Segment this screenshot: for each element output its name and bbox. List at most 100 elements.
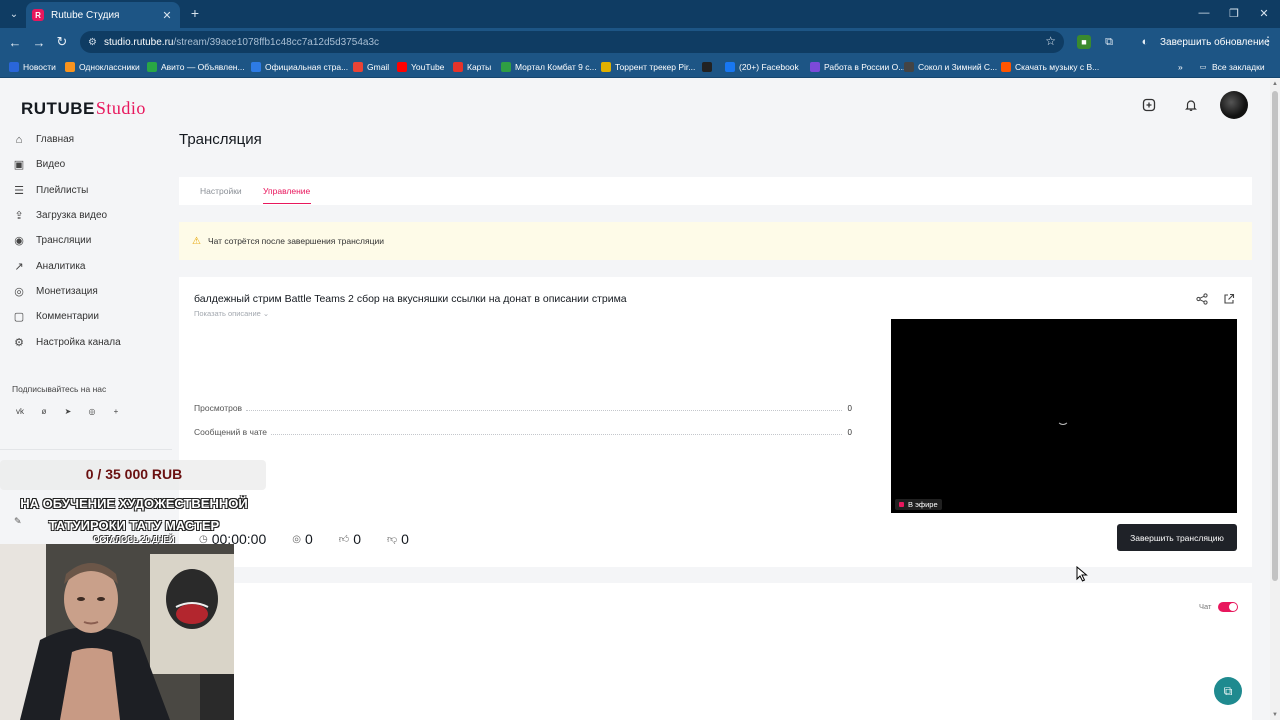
bookmark-favicon-icon <box>501 62 511 72</box>
add-content-icon[interactable] <box>1138 94 1160 116</box>
sidebar-item-monetization[interactable]: ◎ Монетизация <box>12 279 172 304</box>
update-label: Завершить обновление <box>1160 36 1270 48</box>
mouse-cursor-icon <box>1076 566 1088 582</box>
share-icon[interactable] <box>1196 293 1208 308</box>
thumbs-up-icon: 👍︎ <box>338 534 350 545</box>
extensions-puzzle-icon[interactable]: ⧉ <box>1102 35 1116 49</box>
browser-toolbar: ← → ↻ ⚙ studio.rutube.ru/stream/39ace107… <box>0 28 1280 56</box>
monetization-icon: ◎ <box>14 285 24 298</box>
tab-search-icon[interactable]: ⌄ <box>4 4 24 24</box>
tab-close-icon[interactable]: ✕ <box>160 9 174 22</box>
chat-warning-banner: ⚠ Чат сотрётся после завершения трансляц… <box>179 222 1252 260</box>
end-stream-button[interactable]: Завершить трансляцию <box>1117 524 1237 551</box>
extension-icon[interactable]: ■ <box>1077 35 1091 49</box>
sidebar-nav: ⌂ Главная ▣ Видео ☰ Плейлисты ⇪ Загрузка видео ◉… <box>12 127 172 355</box>
sidebar-item-video[interactable]: ▣ Видео <box>12 152 172 177</box>
donation-amount: 0 / 35 000 RUB <box>85 466 183 482</box>
vk-icon[interactable]: vk <box>14 405 26 417</box>
url-host: studio.rutube.ru <box>103 36 174 48</box>
address-bar[interactable]: ⚙ studio.rutube.ru/stream/39ace1078ffb1c… <box>80 31 1064 53</box>
browser-tab[interactable]: R Rutube Студия ✕ <box>26 2 180 28</box>
bookmark-item[interactable]: YouTube <box>397 60 444 74</box>
live-dot-icon <box>899 502 904 507</box>
chat-label: Чат <box>1199 602 1212 611</box>
show-description-link[interactable]: Показать описание ⌄ <box>194 309 269 318</box>
bookmark-item[interactable]: Сокол и Зимний С... <box>904 60 997 74</box>
bookmark-item[interactable]: Торрент трекер Pir... <box>601 60 695 74</box>
stream-preview-player[interactable]: В эфире <box>891 319 1237 513</box>
loading-spinner-icon <box>1057 413 1069 425</box>
open-external-icon[interactable] <box>1223 293 1235 308</box>
stream-title: балдежный стрим Battle Teams 2 сбор на в… <box>194 293 627 305</box>
chat-toggle[interactable] <box>1218 602 1238 612</box>
broadcast-icon: ◉ <box>14 235 24 248</box>
bookmark-item[interactable]: Новости <box>9 60 56 74</box>
bookmark-favicon-icon <box>353 62 363 72</box>
bookmark-item[interactable]: Одноклассники <box>65 60 140 74</box>
sidebar-item-broadcast[interactable]: ◉ Трансляции <box>12 228 172 253</box>
sidebar-item-label: Комментарии <box>36 311 99 323</box>
metric-likes: 👍︎ 0 <box>338 531 362 547</box>
bookmark-item[interactable]: (20+) Facebook <box>725 60 799 74</box>
bookmarks-overflow-icon[interactable]: » <box>1178 60 1183 74</box>
profile-sync-icon[interactable]: ◐ <box>1138 35 1152 49</box>
bookmark-item[interactable] <box>702 60 716 74</box>
bookmark-item[interactable]: Работа в России О... <box>810 60 905 74</box>
telegram-icon[interactable]: ➤ <box>62 405 74 417</box>
sidebar-item-upload[interactable]: ⇪ Загрузка видео <box>12 203 172 228</box>
forward-icon[interactable]: → <box>30 33 48 51</box>
bookmark-star-icon[interactable]: ☆ <box>1045 34 1056 48</box>
bookmark-favicon-icon <box>725 62 735 72</box>
page-title: Трансляция <box>179 131 262 148</box>
restore-icon[interactable]: ❐ <box>1223 4 1245 22</box>
metric-dislikes: 👎︎ 0 <box>387 531 409 547</box>
page-scrollbar[interactable]: ▲ ▼ <box>1270 79 1280 720</box>
donation-remaining: ОСТАЛОСЬ 20 ДНЕЙ <box>93 535 175 544</box>
scroll-up-icon[interactable]: ▲ <box>1272 81 1278 87</box>
tab-management[interactable]: Управление <box>263 186 310 196</box>
sidebar-item-playlist[interactable]: ☰ Плейлисты <box>12 178 172 203</box>
all-bookmarks[interactable]: ▭ Все закладки <box>1198 60 1265 74</box>
bookmark-item[interactable]: Официальная стра... <box>251 60 348 74</box>
window-close-icon[interactable]: ✕ <box>1253 4 1275 22</box>
analytics-icon: ↗ <box>14 260 24 273</box>
active-tab-indicator <box>263 203 311 204</box>
bookmark-favicon-icon <box>702 62 712 72</box>
odnoklassniki-icon[interactable]: ø <box>38 405 50 417</box>
rutube-favicon-icon: R <box>32 9 44 21</box>
bookmark-item[interactable]: Авито — Объявлен... <box>147 60 245 74</box>
sidebar-item-label: Настройка канала <box>36 336 121 348</box>
more-socials-icon[interactable]: + <box>110 405 122 417</box>
viewers-icon: ◎ <box>292 533 301 545</box>
thumbs-down-icon: 👎︎ <box>387 534 398 545</box>
user-avatar[interactable] <box>1220 91 1248 119</box>
browser-menu-icon[interactable]: ⋮ <box>1262 34 1274 48</box>
bookmark-favicon-icon <box>9 62 19 72</box>
sidebar-item-home[interactable]: ⌂ Главная <box>12 127 172 152</box>
bookmark-item[interactable]: Gmail <box>353 60 389 74</box>
reload-icon[interactable]: ↻ <box>53 33 71 51</box>
sidebar-item-label: Главная <box>36 134 75 146</box>
minimize-icon[interactable]: — <box>1193 4 1215 22</box>
sidebar-item-settings[interactable]: ⚙ Настройка канала <box>12 329 172 354</box>
tab-settings[interactable]: Настройки <box>200 186 242 196</box>
sidebar-item-comments[interactable]: ▢ Комментарии <box>12 304 172 329</box>
notifications-bell-icon[interactable] <box>1180 94 1202 116</box>
browser-tabstrip: ⌄ R Rutube Студия ✕ + — ❐ ✕ <box>0 0 1280 28</box>
site-info-icon[interactable]: ⚙ <box>88 37 97 48</box>
support-chat-icon[interactable]: ⧉ <box>1214 677 1242 705</box>
sidebar-item-analytics[interactable]: ↗ Аналитика <box>12 253 172 278</box>
sidebar-item-label: Монетизация <box>36 285 98 297</box>
viber-icon[interactable]: ◎ <box>86 405 98 417</box>
update-browser-button[interactable]: Завершить обновление <box>1160 32 1270 52</box>
bookmark-item[interactable]: Карты <box>453 60 491 74</box>
video-icon: ▣ <box>13 159 25 172</box>
back-icon[interactable]: ← <box>6 33 24 51</box>
chevron-down-icon: ⌄ <box>262 309 270 318</box>
bookmark-item[interactable]: Скачать музыку с В... <box>1001 60 1099 74</box>
new-tab-icon[interactable]: + <box>186 4 204 22</box>
scroll-down-icon[interactable]: ▼ <box>1272 712 1278 718</box>
scroll-thumb[interactable] <box>1272 91 1278 581</box>
rutube-studio-logo[interactable]: RUTUBE Studio <box>21 98 146 119</box>
bookmark-item[interactable]: Мортал Комбат 9 с... <box>501 60 597 74</box>
